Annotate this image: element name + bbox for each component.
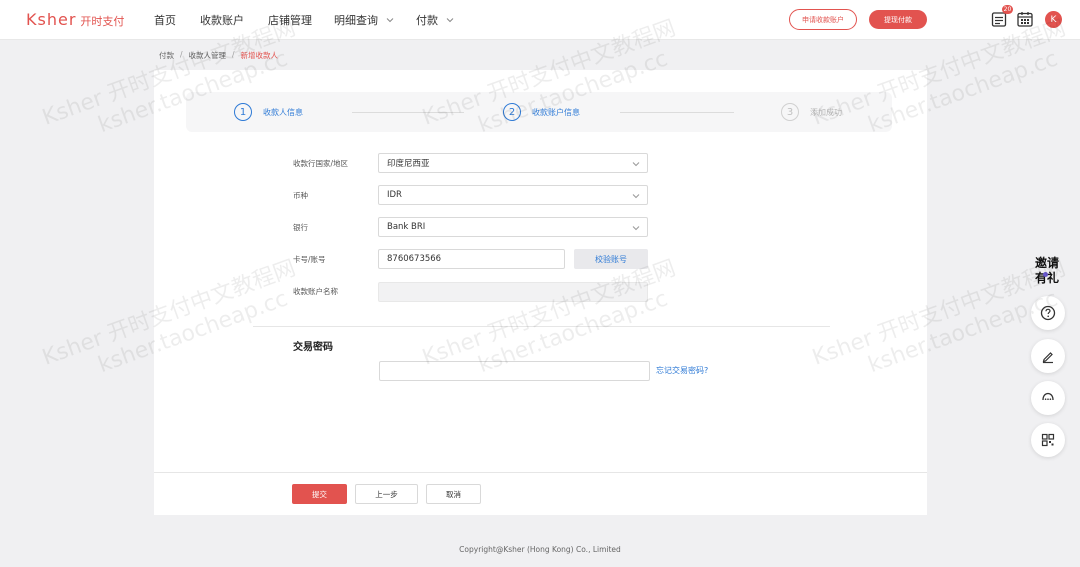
account-number-label: 卡号/账号: [293, 255, 326, 264]
brand-name-cn: 开时支付: [80, 15, 125, 28]
step-label: 收款账户信息: [532, 107, 580, 117]
nav-item-label: 收款账户: [200, 14, 244, 27]
step-payee-info: 1 收款人信息: [234, 103, 303, 121]
nav-item-receiving-accounts[interactable]: 收款账户: [200, 12, 244, 28]
breadcrumb-item-payment[interactable]: 付款: [159, 50, 174, 61]
step-number: 3: [781, 103, 799, 121]
currency-label: 币种: [293, 191, 308, 200]
breadcrumb-separator: /: [180, 50, 183, 59]
user-avatar[interactable]: K: [1045, 11, 1062, 28]
section-divider: [253, 326, 830, 327]
forgot-password-link[interactable]: 忘记交易密码?: [656, 365, 708, 376]
notification-count-badge: 20: [1002, 5, 1013, 14]
step-number: 2: [503, 103, 521, 121]
chevron-down-icon: [446, 18, 454, 23]
step-label: 收款人信息: [263, 107, 303, 117]
copyright-text: Copyright@Ksher (Hong Kong) Co., Limited: [459, 545, 621, 554]
account-number-value: 8760673566: [387, 254, 442, 264]
brand-logo[interactable]: Ksher 开时支付: [26, 10, 124, 29]
trade-password-input[interactable]: [379, 361, 650, 381]
customer-service-button[interactable]: [1031, 381, 1065, 415]
customer-service-icon: [1042, 392, 1054, 401]
step-success: 3 添加成功: [781, 103, 842, 121]
help-icon: [1040, 305, 1056, 321]
promo-dot: [1043, 272, 1048, 277]
edit-feedback-button[interactable]: [1031, 339, 1065, 373]
bank-value: Bank BRI: [387, 222, 426, 232]
brand-name-en: Ksher: [26, 10, 77, 29]
country-select[interactable]: 印度尼西亚: [378, 153, 648, 173]
step-label: 添加成功: [810, 107, 842, 117]
step-connector: [620, 112, 734, 113]
nav-item-label: 明细查询: [334, 14, 378, 27]
nav-item-details-query[interactable]: 明细查询: [334, 12, 394, 28]
breadcrumb-item-current: 新增收款人: [240, 51, 279, 60]
country-value: 印度尼西亚: [387, 159, 430, 169]
nav-item-payment[interactable]: 付款: [416, 12, 454, 28]
withdraw-payment-button[interactable]: 提现付款: [869, 10, 927, 29]
currency-value: IDR: [387, 190, 402, 200]
footer-divider: [154, 472, 927, 473]
previous-step-button[interactable]: 上一步: [355, 484, 418, 504]
bank-label: 银行: [293, 223, 308, 232]
currency-select[interactable]: IDR: [378, 185, 648, 205]
nav-item-label: 付款: [416, 14, 438, 27]
top-navbar: Ksher 开时支付 首页 收款账户 店铺管理 明细查询 付款 申请收款账户 提…: [0, 0, 1080, 40]
account-number-input[interactable]: 8760673566: [378, 249, 565, 269]
step-account-info: 2 收款账户信息: [503, 103, 580, 121]
account-name-input: [378, 282, 648, 302]
breadcrumb-separator: /: [232, 50, 235, 59]
calendar-button[interactable]: [1016, 10, 1034, 28]
verify-account-button[interactable]: 校验账号: [574, 249, 648, 269]
country-label: 收款行国家/地区: [293, 159, 349, 168]
invite-gift-promo[interactable]: 邀请有礼: [1030, 256, 1064, 290]
trade-password-title: 交易密码: [293, 342, 333, 353]
chevron-down-icon: [632, 194, 640, 199]
chevron-down-icon: [386, 18, 394, 23]
apply-account-button[interactable]: 申请收款账户: [789, 9, 857, 30]
qrcode-button[interactable]: [1031, 423, 1065, 457]
nav-item-label: 首页: [154, 14, 176, 27]
invite-gift-label: 邀请有礼: [1034, 256, 1059, 285]
help-button[interactable]: [1031, 296, 1065, 330]
chevron-down-icon: [632, 226, 640, 231]
edit-icon: [1042, 352, 1053, 364]
submit-button[interactable]: 提交: [292, 484, 347, 504]
breadcrumb: 付款 / 收款人管理 / 新增收款人: [159, 50, 278, 61]
nav-item-label: 店铺管理: [268, 14, 312, 27]
bank-select[interactable]: Bank BRI: [378, 217, 648, 237]
nav-item-store-management[interactable]: 店铺管理: [268, 12, 312, 28]
qrcode-icon: [1041, 433, 1055, 447]
cancel-button[interactable]: 取消: [426, 484, 481, 504]
calendar-icon: [1017, 12, 1033, 27]
step-connector: [352, 112, 464, 113]
step-number: 1: [234, 103, 252, 121]
breadcrumb-item-payee-management[interactable]: 收款人管理: [189, 50, 227, 61]
chevron-down-icon: [632, 162, 640, 167]
nav-item-home[interactable]: 首页: [154, 12, 176, 28]
account-name-label: 收款账户名称: [293, 287, 338, 296]
